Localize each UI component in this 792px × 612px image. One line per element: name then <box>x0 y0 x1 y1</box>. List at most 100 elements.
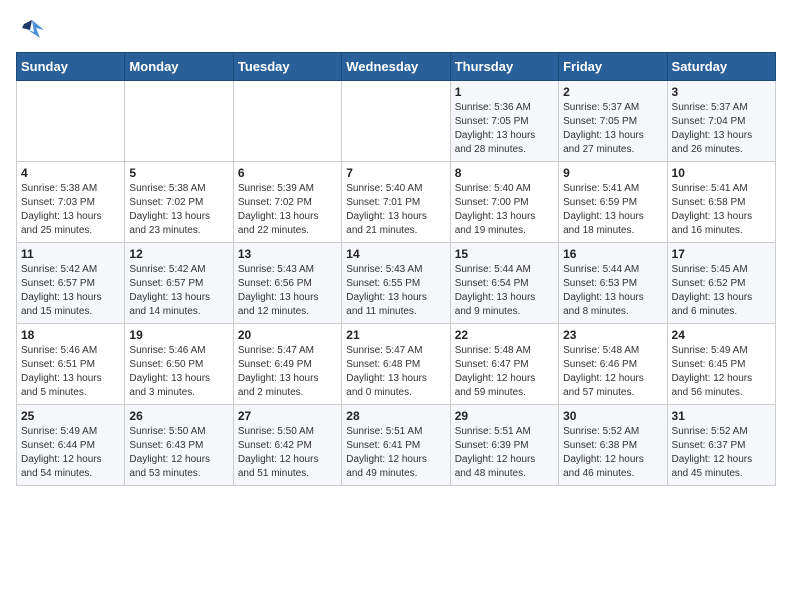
day-info: Sunrise: 5:48 AM Sunset: 6:47 PM Dayligh… <box>455 344 554 400</box>
calendar-week-row: 4 Sunrise: 5:38 AM Sunset: 7:03 PM Daylig… <box>17 162 776 243</box>
day-number: 2 <box>563 85 662 99</box>
calendar-cell <box>233 81 341 162</box>
day-number: 27 <box>238 409 337 423</box>
calendar-cell: 31Sunrise: 5:52 AM Sunset: 6:37 PM Dayli… <box>667 405 775 486</box>
calendar-header-saturday: Saturday <box>667 53 775 81</box>
calendar-cell: 20 Sunrise: 5:47 AM Sunset: 6:49 PM Dayli… <box>233 324 341 405</box>
day-info: Sunrise: 5:43 AM Sunset: 6:55 PM Dayligh… <box>346 263 445 319</box>
calendar-cell: 28 Sunrise: 5:51 AM Sunset: 6:41 PM Dayli… <box>342 405 450 486</box>
day-number: 5 <box>129 166 228 180</box>
day-info: Sunrise: 5:38 AM Sunset: 7:03 PM Dayligh… <box>21 182 120 238</box>
page-header <box>16 16 776 44</box>
day-info: Sunrise: 5:37 AM Sunset: 7:05 PM Dayligh… <box>563 101 662 157</box>
calendar-cell: 21 Sunrise: 5:47 AM Sunset: 6:48 PM Dayli… <box>342 324 450 405</box>
calendar-cell: 2 Sunrise: 5:37 AM Sunset: 7:05 PM Daylig… <box>559 81 667 162</box>
calendar-header-sunday: Sunday <box>17 53 125 81</box>
day-info: Sunrise: 5:50 AM Sunset: 6:42 PM Dayligh… <box>238 425 337 481</box>
day-number: 28 <box>346 409 445 423</box>
day-number: 13 <box>238 247 337 261</box>
calendar-header-row: SundayMondayTuesdayWednesdayThursdayFrid… <box>17 53 776 81</box>
calendar-cell: 5 Sunrise: 5:38 AM Sunset: 7:02 PM Daylig… <box>125 162 233 243</box>
logo-icon <box>16 16 48 44</box>
calendar-header-friday: Friday <box>559 53 667 81</box>
calendar-table: SundayMondayTuesdayWednesdayThursdayFrid… <box>16 52 776 486</box>
calendar-cell: 23 Sunrise: 5:48 AM Sunset: 6:46 PM Dayli… <box>559 324 667 405</box>
day-info: Sunrise: 5:52 AM Sunset: 6:37 PM Dayligh… <box>672 425 771 481</box>
calendar-header-monday: Monday <box>125 53 233 81</box>
calendar-cell: 10Sunrise: 5:41 AM Sunset: 6:58 PM Dayli… <box>667 162 775 243</box>
calendar-week-row: 11 Sunrise: 5:42 AM Sunset: 6:57 PM Dayli… <box>17 243 776 324</box>
day-number: 11 <box>21 247 120 261</box>
day-info: Sunrise: 5:42 AM Sunset: 6:57 PM Dayligh… <box>21 263 120 319</box>
calendar-cell: 8 Sunrise: 5:40 AM Sunset: 7:00 PM Daylig… <box>450 162 558 243</box>
calendar-header-wednesday: Wednesday <box>342 53 450 81</box>
day-number: 22 <box>455 328 554 342</box>
calendar-cell: 15 Sunrise: 5:44 AM Sunset: 6:54 PM Dayli… <box>450 243 558 324</box>
calendar-cell: 4 Sunrise: 5:38 AM Sunset: 7:03 PM Daylig… <box>17 162 125 243</box>
day-info: Sunrise: 5:44 AM Sunset: 6:53 PM Dayligh… <box>563 263 662 319</box>
day-info: Sunrise: 5:50 AM Sunset: 6:43 PM Dayligh… <box>129 425 228 481</box>
calendar-cell: 9 Sunrise: 5:41 AM Sunset: 6:59 PM Daylig… <box>559 162 667 243</box>
day-number: 23 <box>563 328 662 342</box>
day-info: Sunrise: 5:38 AM Sunset: 7:02 PM Dayligh… <box>129 182 228 238</box>
calendar-cell: 1 Sunrise: 5:36 AM Sunset: 7:05 PM Daylig… <box>450 81 558 162</box>
day-number: 1 <box>455 85 554 99</box>
calendar-cell: 13 Sunrise: 5:43 AM Sunset: 6:56 PM Dayli… <box>233 243 341 324</box>
day-info: Sunrise: 5:43 AM Sunset: 6:56 PM Dayligh… <box>238 263 337 319</box>
day-info: Sunrise: 5:45 AM Sunset: 6:52 PM Dayligh… <box>672 263 771 319</box>
day-number: 15 <box>455 247 554 261</box>
day-number: 8 <box>455 166 554 180</box>
day-info: Sunrise: 5:40 AM Sunset: 7:00 PM Dayligh… <box>455 182 554 238</box>
day-number: 6 <box>238 166 337 180</box>
day-number: 9 <box>563 166 662 180</box>
day-info: Sunrise: 5:47 AM Sunset: 6:49 PM Dayligh… <box>238 344 337 400</box>
calendar-week-row: 25 Sunrise: 5:49 AM Sunset: 6:44 PM Dayli… <box>17 405 776 486</box>
calendar-cell: 25 Sunrise: 5:49 AM Sunset: 6:44 PM Dayli… <box>17 405 125 486</box>
calendar-cell: 3 Sunrise: 5:37 AM Sunset: 7:04 PM Daylig… <box>667 81 775 162</box>
day-number: 26 <box>129 409 228 423</box>
day-number: 3 <box>672 85 771 99</box>
day-number: 21 <box>346 328 445 342</box>
day-info: Sunrise: 5:52 AM Sunset: 6:38 PM Dayligh… <box>563 425 662 481</box>
day-number: 7 <box>346 166 445 180</box>
calendar-cell: 29 Sunrise: 5:51 AM Sunset: 6:39 PM Dayli… <box>450 405 558 486</box>
calendar-cell <box>342 81 450 162</box>
day-number: 16 <box>563 247 662 261</box>
day-number: 25 <box>21 409 120 423</box>
day-number: 4 <box>21 166 120 180</box>
day-info: Sunrise: 5:49 AM Sunset: 6:44 PM Dayligh… <box>21 425 120 481</box>
calendar-header-tuesday: Tuesday <box>233 53 341 81</box>
day-info: Sunrise: 5:51 AM Sunset: 6:41 PM Dayligh… <box>346 425 445 481</box>
day-info: Sunrise: 5:39 AM Sunset: 7:02 PM Dayligh… <box>238 182 337 238</box>
calendar-cell: 14Sunrise: 5:43 AM Sunset: 6:55 PM Dayli… <box>342 243 450 324</box>
day-number: 19 <box>129 328 228 342</box>
day-info: Sunrise: 5:51 AM Sunset: 6:39 PM Dayligh… <box>455 425 554 481</box>
calendar-cell: 26 Sunrise: 5:50 AM Sunset: 6:43 PM Dayli… <box>125 405 233 486</box>
calendar-header-thursday: Thursday <box>450 53 558 81</box>
calendar-cell: 17Sunrise: 5:45 AM Sunset: 6:52 PM Dayli… <box>667 243 775 324</box>
day-number: 24 <box>672 328 771 342</box>
day-number: 30 <box>563 409 662 423</box>
day-info: Sunrise: 5:44 AM Sunset: 6:54 PM Dayligh… <box>455 263 554 319</box>
day-number: 18 <box>21 328 120 342</box>
calendar-cell: 27 Sunrise: 5:50 AM Sunset: 6:42 PM Dayli… <box>233 405 341 486</box>
day-info: Sunrise: 5:41 AM Sunset: 6:59 PM Dayligh… <box>563 182 662 238</box>
calendar-cell <box>125 81 233 162</box>
logo <box>16 16 52 44</box>
day-info: Sunrise: 5:46 AM Sunset: 6:50 PM Dayligh… <box>129 344 228 400</box>
calendar-cell: 19 Sunrise: 5:46 AM Sunset: 6:50 PM Dayli… <box>125 324 233 405</box>
calendar-cell: 18Sunrise: 5:46 AM Sunset: 6:51 PM Dayli… <box>17 324 125 405</box>
day-info: Sunrise: 5:37 AM Sunset: 7:04 PM Dayligh… <box>672 101 771 157</box>
calendar-cell: 24Sunrise: 5:49 AM Sunset: 6:45 PM Dayli… <box>667 324 775 405</box>
day-info: Sunrise: 5:48 AM Sunset: 6:46 PM Dayligh… <box>563 344 662 400</box>
day-number: 20 <box>238 328 337 342</box>
calendar-cell: 12Sunrise: 5:42 AM Sunset: 6:57 PM Dayli… <box>125 243 233 324</box>
day-number: 12 <box>129 247 228 261</box>
calendar-cell: 16 Sunrise: 5:44 AM Sunset: 6:53 PM Dayli… <box>559 243 667 324</box>
calendar-cell: 30 Sunrise: 5:52 AM Sunset: 6:38 PM Dayli… <box>559 405 667 486</box>
day-info: Sunrise: 5:36 AM Sunset: 7:05 PM Dayligh… <box>455 101 554 157</box>
day-number: 29 <box>455 409 554 423</box>
day-info: Sunrise: 5:47 AM Sunset: 6:48 PM Dayligh… <box>346 344 445 400</box>
calendar-week-row: 18Sunrise: 5:46 AM Sunset: 6:51 PM Dayli… <box>17 324 776 405</box>
calendar-cell: 6 Sunrise: 5:39 AM Sunset: 7:02 PM Daylig… <box>233 162 341 243</box>
